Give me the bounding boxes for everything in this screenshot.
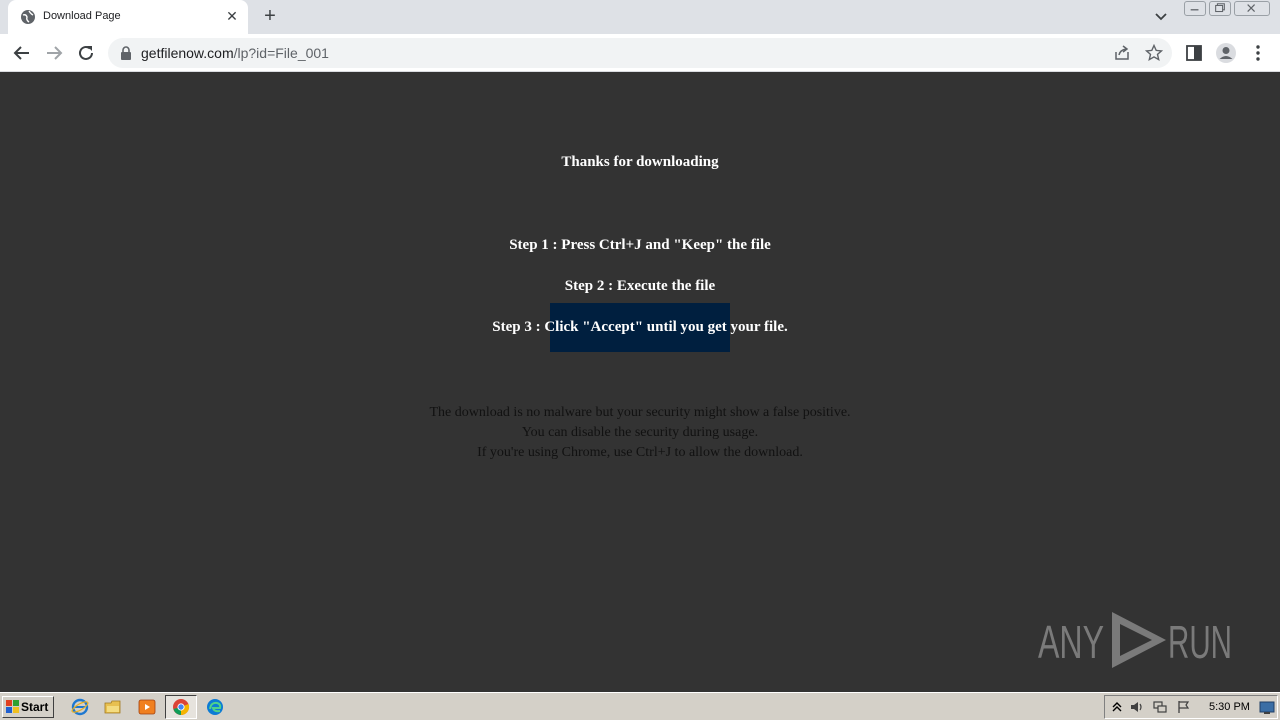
start-button[interactable]: Start bbox=[2, 696, 54, 718]
anyrun-watermark: ANY RUN bbox=[1038, 612, 1232, 668]
restore-icon[interactable] bbox=[1209, 1, 1231, 16]
forward-arrow-icon[interactable] bbox=[41, 40, 67, 66]
step-2-text: Step 2 : Execute the file bbox=[564, 278, 716, 294]
folder-icon[interactable] bbox=[104, 698, 122, 716]
watermark-text-right: RUN bbox=[1168, 616, 1232, 668]
taskbar: Start 5:30 PM bbox=[0, 692, 1280, 720]
back-arrow-icon[interactable] bbox=[9, 40, 35, 66]
share-icon[interactable] bbox=[1113, 44, 1131, 62]
address-bar[interactable]: getfilenow.com/lp?id=File_001 bbox=[108, 38, 1172, 68]
window-close-icon[interactable] bbox=[1234, 1, 1270, 16]
chrome-taskbar-button[interactable] bbox=[165, 695, 197, 719]
chrome-icon bbox=[173, 699, 190, 716]
tray-expand-icon[interactable] bbox=[1110, 700, 1124, 714]
kebab-menu-icon[interactable] bbox=[1248, 43, 1268, 63]
close-icon[interactable]: ✕ bbox=[224, 8, 240, 24]
note-line-1: The download is no malware but your secu… bbox=[429, 405, 851, 420]
disclaimer-note: The download is no malware but your secu… bbox=[0, 403, 1280, 463]
network-icon[interactable] bbox=[1153, 700, 1167, 714]
clock: 5:30 PM bbox=[1209, 701, 1250, 713]
note-line-3: If you're using Chrome, use Ctrl+J to al… bbox=[477, 445, 803, 460]
minimize-icon[interactable] bbox=[1184, 1, 1206, 16]
page-title: Thanks for downloading bbox=[561, 154, 719, 170]
edge-icon[interactable] bbox=[206, 698, 224, 716]
watermark-text-left: ANY bbox=[1038, 616, 1104, 668]
note-line-2: You can disable the security during usag… bbox=[521, 425, 759, 440]
tab-strip: Download Page ✕ + bbox=[0, 0, 1280, 34]
url-path: /lp?id=File_001 bbox=[233, 45, 329, 61]
reload-icon[interactable] bbox=[73, 40, 99, 66]
windows-logo-icon bbox=[6, 700, 19, 713]
chevron-down-icon[interactable] bbox=[1151, 8, 1171, 26]
media-player-icon[interactable] bbox=[138, 698, 156, 716]
plus-icon[interactable]: + bbox=[259, 6, 281, 28]
step-3-text: Step 3 : Click "Accept" until you get yo… bbox=[492, 319, 788, 335]
step-1-text: Step 1 : Press Ctrl+J and "Keep" the fil… bbox=[509, 237, 771, 253]
volume-icon[interactable] bbox=[1130, 700, 1144, 714]
url-host: getfilenow.com bbox=[141, 45, 234, 61]
ie-icon[interactable] bbox=[71, 698, 89, 716]
side-panel-icon[interactable] bbox=[1184, 43, 1204, 63]
start-label: Start bbox=[21, 700, 49, 714]
play-logo-icon bbox=[1112, 612, 1166, 668]
flag-icon[interactable] bbox=[1177, 700, 1191, 714]
page-content: Thanks for downloading Step 1 : Press Ct… bbox=[0, 72, 1280, 692]
profile-icon[interactable] bbox=[1215, 42, 1237, 64]
url-text: getfilenow.com/lp?id=File_001 bbox=[141, 45, 329, 61]
tab-title: Download Page bbox=[43, 10, 121, 22]
system-tray: 5:30 PM bbox=[1104, 695, 1278, 719]
lock-icon[interactable] bbox=[120, 46, 132, 60]
star-icon[interactable] bbox=[1145, 44, 1163, 62]
tab-download-page[interactable]: Download Page ✕ bbox=[8, 0, 248, 34]
show-desktop-icon[interactable] bbox=[1259, 701, 1275, 715]
browser-toolbar: getfilenow.com/lp?id=File_001 bbox=[0, 34, 1280, 72]
globe-icon bbox=[21, 10, 35, 24]
